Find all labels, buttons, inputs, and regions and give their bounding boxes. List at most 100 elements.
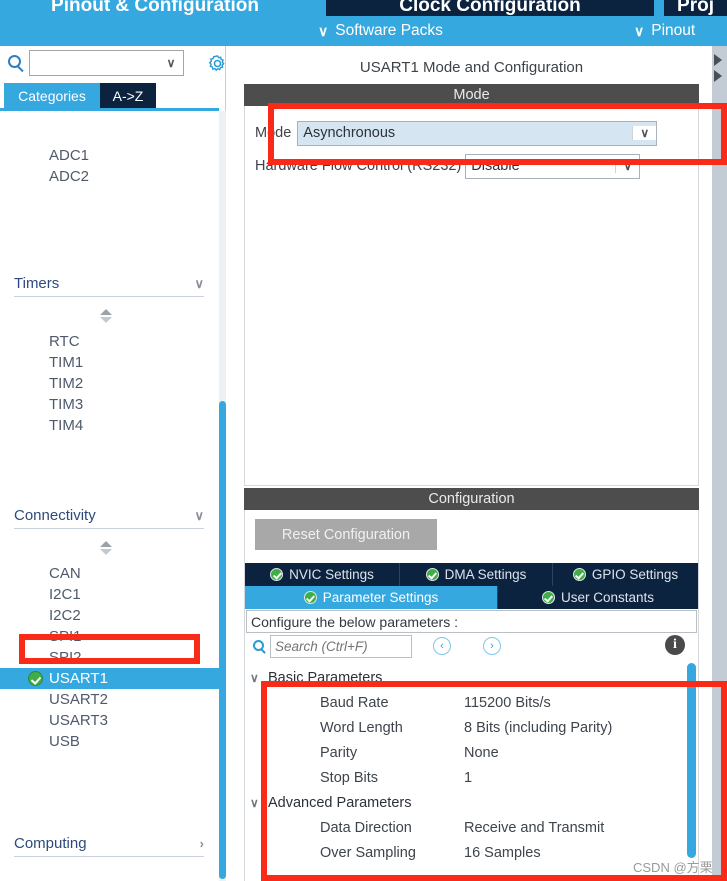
param-group-advanced-parameters[interactable]: ∨ Advanced Parameters bbox=[246, 790, 697, 815]
param-row-over-sampling[interactable]: Over Sampling 16 Samples bbox=[246, 840, 697, 865]
parameter-search-input[interactable] bbox=[271, 636, 411, 657]
parameter-toolbar: ‹ › i bbox=[245, 633, 698, 661]
nav-next-button[interactable]: › bbox=[483, 637, 501, 655]
splitter-arrow-icon[interactable] bbox=[714, 70, 722, 82]
tree-item-rtc-label: RTC bbox=[49, 333, 80, 350]
parameter-list: ∨ Basic Parameters Baud Rate 115200 Bits… bbox=[246, 661, 697, 881]
tree-group-connectivity-label: Connectivity bbox=[14, 507, 96, 524]
tab-dma-settings[interactable]: DMA Settings bbox=[400, 563, 553, 586]
tree-item-usart2[interactable]: USART2 bbox=[0, 689, 219, 710]
chevron-down-icon[interactable]: ∨ bbox=[615, 159, 639, 173]
tree-group-timers[interactable]: Timers ∨ bbox=[14, 271, 204, 297]
parameter-list-scrollbar-thumb[interactable] bbox=[687, 663, 696, 858]
chevron-right-icon: › bbox=[490, 640, 494, 652]
categories-sidebar: ∨ Categories A->Z ADC1 ADC2 Timers ∨ RTC… bbox=[0, 46, 226, 881]
menu-software-packs[interactable]: ∨ Software Packs bbox=[318, 16, 443, 46]
search-icon bbox=[253, 640, 264, 651]
tree-item-tim1-label: TIM1 bbox=[49, 354, 84, 371]
splitter-arrow-icon[interactable] bbox=[714, 54, 722, 66]
hardware-flow-control-row: Hardware Flow Control (RS232) Disable ∨ bbox=[255, 153, 641, 179]
tree-item-tim1[interactable]: TIM1 bbox=[0, 352, 219, 373]
hardware-flow-control-select[interactable]: Disable ∨ bbox=[465, 153, 641, 179]
tree-item-usb[interactable]: USB bbox=[0, 731, 219, 752]
sidebar-scrollbar-thumb[interactable] bbox=[219, 401, 226, 879]
param-row-data-direction[interactable]: Data Direction Receive and Transmit bbox=[246, 815, 697, 840]
parameter-list-scrollbar[interactable] bbox=[687, 663, 696, 881]
stm32cubemx-window: Pinout & Configuration Clock Configurati… bbox=[0, 0, 727, 881]
sidebar-scrollbar[interactable] bbox=[219, 111, 226, 881]
tree-item-adc2-label: ADC2 bbox=[49, 168, 90, 185]
chevron-down-icon: ∨ bbox=[634, 23, 645, 39]
nav-previous-button[interactable]: ‹ bbox=[433, 637, 451, 655]
tree-item-usart2-label: USART2 bbox=[49, 691, 108, 708]
spinner-up-icon[interactable] bbox=[100, 309, 112, 315]
tree-item-usart3[interactable]: USART3 bbox=[0, 710, 219, 731]
chevron-down-icon[interactable]: ∨ bbox=[159, 56, 183, 70]
tree-item-tim2[interactable]: TIM2 bbox=[0, 373, 219, 394]
tab-nvic-settings[interactable]: NVIC Settings bbox=[245, 563, 400, 586]
sidebar-tabs: Categories A->Z bbox=[0, 83, 226, 111]
param-group-basic-parameters-label: Basic Parameters bbox=[268, 669, 383, 686]
tree-item-i2c1-label: I2C1 bbox=[49, 586, 81, 603]
spinner-up-icon[interactable] bbox=[100, 541, 112, 547]
tree-item-adc2[interactable]: ADC2 bbox=[0, 166, 219, 187]
mode-section-header: Mode bbox=[244, 84, 699, 106]
tree-item-usart1-label: USART1 bbox=[49, 670, 108, 687]
chevron-down-icon[interactable]: ∨ bbox=[632, 126, 657, 140]
tab-gpio-settings[interactable]: GPIO Settings bbox=[553, 563, 698, 586]
reset-configuration-button[interactable]: Reset Configuration bbox=[255, 519, 437, 550]
tree-item-adc1[interactable]: ADC1 bbox=[0, 145, 219, 166]
tree-item-tim3[interactable]: TIM3 bbox=[0, 394, 219, 415]
connectivity-scroll-spinner[interactable] bbox=[100, 541, 113, 555]
mode-section-body: Mode Asynchronous ∨ Hardware Flow Contro… bbox=[244, 106, 699, 486]
tab-parameter-settings[interactable]: Parameter Settings bbox=[245, 586, 498, 609]
info-icon[interactable]: i bbox=[665, 635, 685, 655]
page-title: USART1 Mode and Configuration bbox=[244, 54, 699, 81]
param-row-baud-rate[interactable]: Baud Rate 115200 Bits/s bbox=[246, 690, 697, 715]
mode-select-value: Asynchronous bbox=[298, 125, 633, 141]
status-check-icon bbox=[541, 591, 555, 604]
tab-dma-settings-label: DMA Settings bbox=[444, 567, 527, 582]
tree-item-spi2[interactable]: SPI2 bbox=[0, 647, 219, 668]
tree-item-tim3-label: TIM3 bbox=[49, 396, 84, 413]
parameter-search-box[interactable] bbox=[270, 635, 412, 658]
tab-a-to-z[interactable]: A->Z bbox=[100, 83, 156, 108]
peripheral-tree: ADC1 ADC2 Timers ∨ RTC TIM1 TIM2 TIM3 TI… bbox=[0, 111, 219, 881]
tree-item-adc1-label: ADC1 bbox=[49, 147, 90, 164]
param-group-basic-parameters[interactable]: ∨ Basic Parameters bbox=[246, 665, 697, 690]
tree-group-connectivity[interactable]: Connectivity ∨ bbox=[14, 503, 204, 529]
tree-item-tim4[interactable]: TIM4 bbox=[0, 415, 219, 436]
param-row-word-length[interactable]: Word Length 8 Bits (including Parity) bbox=[246, 715, 697, 740]
param-row-parity[interactable]: Parity None bbox=[246, 740, 697, 765]
config-tabs-row-1: NVIC Settings DMA Settings GPIO Settings bbox=[245, 563, 698, 586]
spinner-down-icon[interactable] bbox=[100, 317, 112, 323]
hardware-flow-control-value: Disable bbox=[471, 158, 520, 174]
menu-pinout[interactable]: ∨ Pinout bbox=[634, 16, 695, 46]
page-title-label: USART1 Mode and Configuration bbox=[359, 59, 584, 76]
search-input[interactable] bbox=[33, 52, 159, 74]
tree-item-i2c2[interactable]: I2C2 bbox=[0, 605, 219, 626]
tree-item-can-label: CAN bbox=[49, 565, 81, 582]
tree-item-spi1[interactable]: SPI1 bbox=[0, 626, 219, 647]
mode-field-row: Mode Asynchronous ∨ bbox=[255, 120, 658, 146]
tab-a-to-z-label: A->Z bbox=[112, 87, 144, 104]
sidebar-search-combo[interactable]: ∨ bbox=[29, 50, 184, 76]
config-tabs-row-2: Parameter Settings User Constants bbox=[245, 586, 698, 609]
timers-scroll-spinner[interactable] bbox=[100, 309, 113, 323]
tree-item-i2c1[interactable]: I2C1 bbox=[0, 584, 219, 605]
right-splitter[interactable] bbox=[712, 46, 727, 881]
tab-user-constants[interactable]: User Constants bbox=[498, 586, 698, 609]
tree-item-tim4-label: TIM4 bbox=[49, 417, 84, 434]
gear-icon[interactable] bbox=[208, 54, 227, 73]
tab-categories[interactable]: Categories bbox=[4, 83, 100, 108]
tree-item-can[interactable]: CAN bbox=[0, 563, 219, 584]
mode-field-label: Mode bbox=[255, 125, 292, 141]
tree-group-computing[interactable]: Computing › bbox=[14, 831, 204, 857]
tab-pinout-and-configuration-label: Pinout & Configuration bbox=[51, 0, 259, 16]
param-data-direction-value: Receive and Transmit bbox=[464, 819, 605, 836]
tree-item-usart1[interactable]: USART1 bbox=[0, 668, 219, 689]
spinner-down-icon[interactable] bbox=[100, 549, 112, 555]
param-row-stop-bits[interactable]: Stop Bits 1 bbox=[246, 765, 697, 790]
tree-item-rtc[interactable]: RTC bbox=[0, 331, 219, 352]
mode-select[interactable]: Asynchronous ∨ bbox=[297, 120, 658, 146]
